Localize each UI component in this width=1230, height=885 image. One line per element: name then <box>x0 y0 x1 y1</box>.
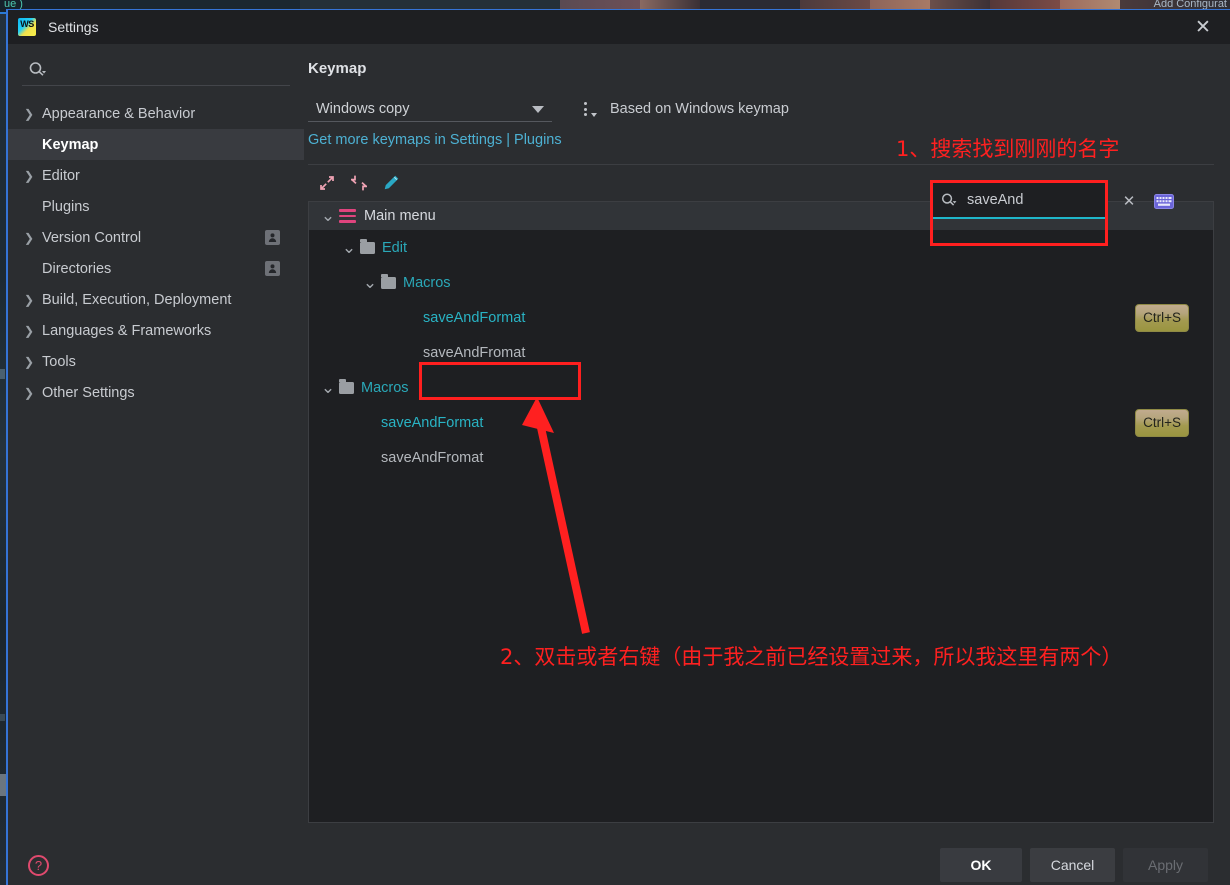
dialog-title: Settings <box>48 19 99 35</box>
tree-row[interactable]: ⌄saveAndFromat <box>309 440 1213 475</box>
tree-row[interactable]: ⌄saveAndFormatCtrl+S <box>309 405 1213 440</box>
tree-row-label: saveAndFormat <box>381 414 484 431</box>
sidebar-item-build-execution-deployment[interactable]: ❯ Build, Execution, Deployment <box>8 284 304 315</box>
keymap-dropdown[interactable]: Windows copy <box>308 96 552 122</box>
sidebar-item-appearance-behavior[interactable]: ❯ Appearance & Behavior <box>8 98 304 129</box>
chevron-right-icon[interactable]: ❯ <box>20 293 38 307</box>
user-profile-icon <box>265 261 280 276</box>
apply-button[interactable]: Apply <box>1123 848 1208 882</box>
tree-row[interactable]: ⌄ Macros <box>309 370 1213 405</box>
chevron-right-icon[interactable]: ❯ <box>20 107 38 121</box>
chevron-down-icon[interactable]: ⌄ <box>338 239 360 256</box>
dialog-body: ❯Appearance & Behavior❯Keymap❯Editor❯Plu… <box>8 44 1230 823</box>
settings-sidebar: ❯Appearance & Behavior❯Keymap❯Editor❯Plu… <box>8 44 304 823</box>
keymap-dropdown-value: Windows copy <box>316 100 410 117</box>
sidebar-nav-list: ❯Appearance & Behavior❯Keymap❯Editor❯Plu… <box>8 98 304 408</box>
collapse-all-icon[interactable] <box>346 170 372 196</box>
tree-row[interactable]: ⌄saveAndFormatCtrl+S <box>309 300 1213 335</box>
sidebar-item-plugins[interactable]: ❯Plugins <box>8 191 304 222</box>
based-on-label: Based on Windows keymap <box>610 101 789 117</box>
keyboard-shortcut-icon[interactable] <box>1151 188 1177 214</box>
page-title: Keymap <box>308 60 367 77</box>
chevron-right-icon[interactable]: ❯ <box>20 386 38 400</box>
sidebar-item-directories[interactable]: ❯Directories <box>8 253 304 284</box>
kebab-caret-icon <box>591 113 597 117</box>
chevron-right-icon[interactable]: ❯ <box>20 324 38 338</box>
tree-row-label: Edit <box>382 239 407 256</box>
webstorm-icon <box>18 18 36 36</box>
keymap-tree[interactable]: ⌄Main menu⌄Edit⌄Macros⌄saveAndFormatCtrl… <box>308 201 1214 823</box>
tree-row-label: saveAndFormat <box>423 309 526 326</box>
chevron-down-icon[interactable]: ⌄ <box>317 379 339 396</box>
shortcut-badge: Ctrl+S <box>1135 303 1189 332</box>
expand-all-icon[interactable] <box>314 170 340 196</box>
sidebar-item-label: Tools <box>42 353 76 370</box>
sidebar-item-label: Version Control <box>42 229 142 246</box>
sidebar-item-label: Languages & Frameworks <box>42 322 212 339</box>
keymap-search-value: saveAnd <box>967 192 1024 208</box>
tree-row-label: Main menu <box>364 208 436 224</box>
footer-button-group: OK Cancel Apply <box>940 848 1208 882</box>
sidebar-item-label: Editor <box>42 167 80 184</box>
get-more-keymaps-link[interactable]: Get more keymaps in Settings | Plugins <box>308 132 562 148</box>
chevron-right-icon[interactable]: ❯ <box>20 169 38 183</box>
background-marker-1 <box>0 369 5 379</box>
chevron-down-icon <box>532 105 544 113</box>
dialog-titlebar: Settings ✕ <box>8 10 1230 44</box>
chevron-right-icon[interactable]: ❯ <box>20 355 38 369</box>
folder-icon <box>381 273 396 289</box>
keymap-selector-row: Windows copy Based on Windows keymap <box>308 96 1214 122</box>
user-profile-icon <box>265 230 280 245</box>
tree-row[interactable]: ⌄saveAndFromat <box>309 335 1213 370</box>
clear-x-icon[interactable]: ✕ <box>1115 187 1143 215</box>
sidebar-item-label: Other Settings <box>42 384 135 401</box>
chevron-right-icon[interactable]: ❯ <box>20 231 38 245</box>
keymap-search-field[interactable]: saveAnd <box>930 183 1108 219</box>
cancel-button[interactable]: Cancel <box>1030 848 1115 882</box>
ok-button[interactable]: OK <box>940 848 1022 882</box>
keymap-content-panel: Keymap Windows copy Based on Windows key… <box>304 44 1230 823</box>
sidebar-item-label: Directories <box>42 260 112 277</box>
search-filter-icon <box>940 192 957 209</box>
sidebar-search-field[interactable] <box>22 54 290 86</box>
hamburger-icon <box>339 209 356 223</box>
more-options-icon[interactable] <box>570 96 600 122</box>
folder-icon <box>360 238 375 254</box>
sidebar-item-keymap[interactable]: ❯Keymap <box>8 129 304 160</box>
help-question-icon[interactable]: ? <box>28 854 49 876</box>
tree-row-label: saveAndFromat <box>381 449 484 466</box>
chevron-down-icon[interactable]: ⌄ <box>359 274 381 291</box>
sidebar-item-tools[interactable]: ❯ Tools <box>8 346 304 377</box>
content-header: Keymap Windows copy Based on Windows key… <box>308 44 1214 201</box>
tree-row-label: Macros <box>403 274 451 291</box>
tree-row-label: saveAndFromat <box>423 344 526 361</box>
dialog-footer: ? OK Cancel Apply <box>8 823 1230 885</box>
sidebar-item-label: Appearance & Behavior <box>42 105 196 122</box>
settings-dialog: Settings ✕ ❯Appearance & Behavior❯Keymap… <box>6 9 1230 885</box>
shortcut-badge: Ctrl+S <box>1135 408 1189 437</box>
sidebar-item-editor[interactable]: ❯ Editor <box>8 160 304 191</box>
folder-icon <box>339 378 354 394</box>
sidebar-item-label: Build, Execution, Deployment <box>42 291 232 308</box>
close-icon[interactable]: ✕ <box>1190 14 1216 40</box>
edit-pencil-icon[interactable] <box>378 170 404 196</box>
chevron-down-icon[interactable]: ⌄ <box>317 207 339 224</box>
kebab-dots <box>583 102 587 116</box>
sidebar-item-label: Keymap <box>42 136 99 153</box>
tree-row[interactable]: ⌄ Edit <box>309 230 1213 265</box>
sidebar-item-label: Plugins <box>42 198 90 215</box>
search-icon <box>27 60 47 80</box>
background-marker-2 <box>0 714 5 721</box>
sidebar-item-other-settings[interactable]: ❯ Other Settings <box>8 377 304 408</box>
keymap-search-overlay: saveAnd ✕ <box>930 182 1180 220</box>
tree-row[interactable]: ⌄ Macros <box>309 265 1213 300</box>
sidebar-item-version-control[interactable]: ❯ Version Control <box>8 222 304 253</box>
tree-row-label: Macros <box>361 379 409 396</box>
search-input[interactable] <box>53 61 290 78</box>
sidebar-item-languages-frameworks[interactable]: ❯ Languages & Frameworks <box>8 315 304 346</box>
